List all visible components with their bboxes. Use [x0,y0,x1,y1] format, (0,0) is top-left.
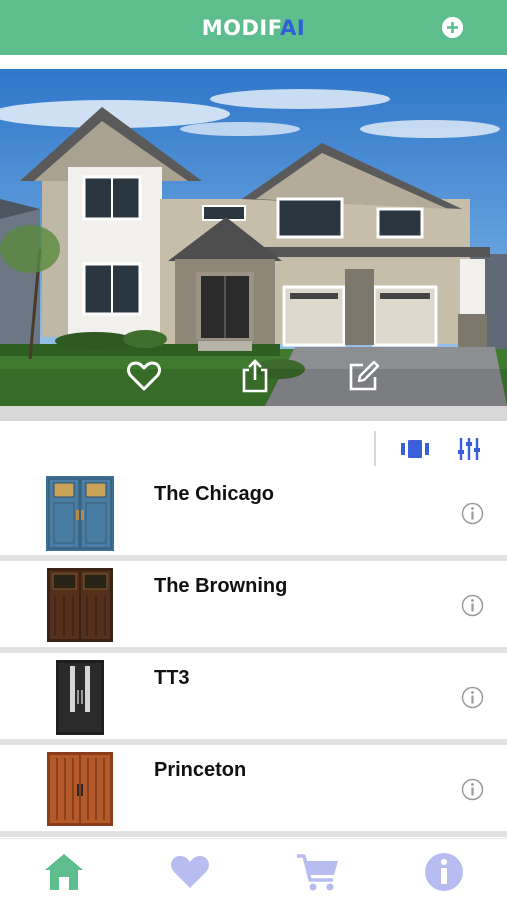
edit-button[interactable] [346,358,382,394]
app-logo: MODIFAI [202,16,306,40]
add-button[interactable] [442,17,463,38]
logo-text-modif: MODIF [201,15,281,40]
heart-icon [127,361,161,391]
tab-info[interactable] [422,851,466,893]
info-icon[interactable] [461,686,484,709]
product-name: The Chicago [154,483,275,505]
toolbar-divider [374,431,376,466]
door-thumbnail [56,660,104,735]
home-icon [45,854,83,890]
door-thumbnail [46,476,114,551]
share-button[interactable] [237,358,273,394]
info-icon[interactable] [461,594,484,617]
door-thumbnail [47,568,113,642]
filter-button[interactable] [454,435,484,463]
cart-icon [297,854,338,891]
compare-view-button[interactable] [400,435,430,463]
favorites-icon [171,856,209,888]
product-name: TT3 [154,667,190,689]
logo-text-ai: AI [280,15,306,40]
hero-actions [0,358,507,398]
divider-band [0,406,507,421]
product-name: The Browning [154,575,288,597]
info-icon[interactable] [461,502,484,525]
house-preview-image[interactable] [0,69,507,406]
row-separator [0,831,507,837]
tab-cart[interactable] [296,851,340,893]
carousel-icon [401,440,429,458]
favorite-button[interactable] [126,358,162,394]
app-header: MODIFAI [0,0,507,55]
tab-favorites[interactable] [168,851,212,893]
plus-circle-icon [442,17,463,38]
info-icon [425,853,463,891]
list-item[interactable]: The Chicago [0,466,507,552]
house-photo [0,69,507,406]
list-item[interactable]: The Browning [0,558,507,644]
door-thumbnail [47,752,113,826]
list-item[interactable]: TT3 [0,650,507,736]
bottom-tab-bar [0,838,507,900]
list-item[interactable]: Princeton [0,742,507,828]
info-icon[interactable] [461,778,484,801]
tab-home[interactable] [42,851,86,893]
edit-icon [349,360,380,391]
share-icon [242,359,268,393]
product-name: Princeton [154,759,247,781]
sliders-icon [458,438,480,460]
